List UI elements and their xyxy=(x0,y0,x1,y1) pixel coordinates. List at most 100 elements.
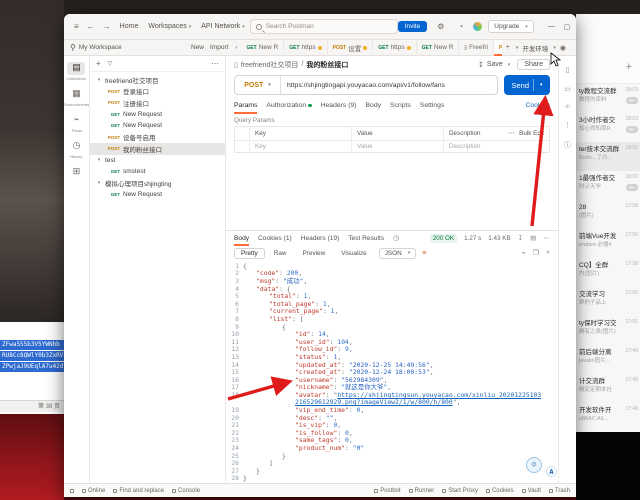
rail-item-extra[interactable]: ⊞ xyxy=(68,166,86,179)
method-selector[interactable]: POST▾ xyxy=(235,76,281,94)
documentation-icon[interactable]: ▯ xyxy=(566,66,570,74)
param-input[interactable]: Description xyxy=(443,141,549,153)
environment-selector[interactable]: 开发环境▾ xyxy=(522,43,556,53)
nav-home[interactable]: Home xyxy=(120,23,139,30)
request-item[interactable]: GETNew Request xyxy=(90,189,225,201)
window-minimize-button[interactable]: — xyxy=(548,23,555,31)
add-collection-icon[interactable]: + xyxy=(96,59,101,68)
info-icon[interactable]: ⓘ xyxy=(564,140,571,150)
panel-toggle-icon[interactable] xyxy=(70,489,74,493)
floating-avatar-a[interactable]: A xyxy=(546,466,557,477)
new-button[interactable]: New xyxy=(191,44,204,51)
request-item[interactable]: POST设备号启用 xyxy=(90,132,225,144)
chat-list-item[interactable]: 交流学习群的子品上17:56 xyxy=(576,287,640,316)
collection-folder[interactable]: ▾模拟心理项目shjingting xyxy=(90,178,225,190)
request-subtab-authorization[interactable]: Authorization xyxy=(266,97,311,114)
rail-item-environments[interactable]: ▦Environments xyxy=(64,88,90,107)
footer-trash[interactable]: Trash xyxy=(549,488,570,494)
account-avatar[interactable] xyxy=(473,22,482,31)
request-tab[interactable]: ▯Freefri xyxy=(459,40,494,56)
invite-button[interactable]: Invite xyxy=(398,21,428,32)
workspace-switcher[interactable]: ⚲My Workspace xyxy=(70,43,188,52)
chat-list-item[interactable]: 前后端分离javalin图片...17:49 xyxy=(576,345,640,374)
settings-gear-icon[interactable]: ⚙ xyxy=(437,22,444,31)
response-layout-icon[interactable]: ▤ xyxy=(530,234,536,242)
view-pretty[interactable]: Pretty xyxy=(234,248,265,259)
request-tab[interactable]: POST我的 xyxy=(494,40,502,56)
footer-runner[interactable]: Runner xyxy=(409,488,435,494)
request-item[interactable]: GETsmstest xyxy=(90,166,225,178)
request-tab[interactable]: POST设置 xyxy=(328,40,374,56)
rail-item-flows[interactable]: ⌁Flows xyxy=(68,114,86,133)
code-snippet-icon[interactable]: ‹/› xyxy=(565,104,570,110)
response-tab-cookies[interactable]: Cookies (1) xyxy=(258,231,292,246)
send-button[interactable]: Send▾ xyxy=(504,75,550,95)
filter-icon[interactable]: ▽ xyxy=(108,60,113,67)
upgrade-button[interactable]: Upgrade▾ xyxy=(488,20,533,33)
request-item[interactable]: GETNew Request xyxy=(90,120,225,132)
breadcrumb-request-name[interactable]: 我的粉丝接口 xyxy=(306,60,348,70)
row-checkbox[interactable] xyxy=(235,141,249,153)
link-icon[interactable]: ⌁ xyxy=(522,249,526,257)
request-tab[interactable]: GEThttps xyxy=(284,40,327,56)
param-input[interactable]: Value xyxy=(351,141,443,153)
view-preview[interactable]: Preview xyxy=(296,248,333,259)
window-maximize-button[interactable]: ▢ xyxy=(564,23,571,31)
request-subtab-body[interactable]: Body xyxy=(366,97,382,114)
notifications-bell-icon[interactable]: ◔ xyxy=(458,22,463,31)
save-button[interactable]: ↧Save▾ xyxy=(477,60,511,70)
back-icon[interactable]: ← xyxy=(87,22,95,31)
footer-online[interactable]: Online xyxy=(82,488,105,494)
request-tab[interactable]: GEThttps xyxy=(373,40,416,56)
footer-vault[interactable]: Vault xyxy=(522,488,541,494)
save-response-icon[interactable]: ↧ xyxy=(518,234,524,242)
chat-list-item[interactable]: 计交流群确定定期本社17:48 xyxy=(576,374,640,403)
menu-icon[interactable]: ≡ xyxy=(74,22,79,31)
tab-scroll-left-icon[interactable]: ‹ xyxy=(235,45,237,51)
chat-list-item[interactable]: ty保时学习交确有之泉(图片)17:55 xyxy=(576,316,640,345)
search-input[interactable]: Search Postman xyxy=(250,19,398,34)
response-history-icon[interactable]: ◷ xyxy=(393,234,399,242)
bulk-edit-button[interactable]: ⋯Bulk Edit xyxy=(508,130,549,137)
import-button[interactable]: Import xyxy=(210,44,228,51)
request-item[interactable]: GETNew Request xyxy=(90,109,225,121)
request-item[interactable]: POST我的粉丝接口 xyxy=(90,143,225,155)
row-checkbox[interactable] xyxy=(235,127,249,140)
rail-item-history[interactable]: ◷History xyxy=(68,140,86,159)
share-button[interactable]: Share xyxy=(517,59,550,70)
forward-icon[interactable]: → xyxy=(103,22,111,31)
help-bubble-icon[interactable]: ☺ xyxy=(526,457,542,473)
param-input[interactable]: Key xyxy=(249,141,351,153)
chat-list-item[interactable]: 前端Vue开发endant 必懂417:56 xyxy=(576,229,640,258)
search-response-icon[interactable]: ⌕ xyxy=(546,249,550,257)
copy-icon[interactable]: ❒ xyxy=(533,249,539,257)
collection-folder[interactable]: ▾test xyxy=(90,155,225,167)
request-subtab-params[interactable]: Params xyxy=(234,97,257,114)
footer-start-proxy[interactable]: Start Proxy xyxy=(442,488,478,494)
wrap-lines-icon[interactable]: ≡ xyxy=(422,250,426,257)
footer-console[interactable]: Console xyxy=(172,488,200,494)
cookies-link[interactable]: Cookies xyxy=(525,102,550,109)
related-requests-icon[interactable]: ⋮ xyxy=(564,121,571,129)
chat-list-item[interactable]: ty教程交流群教程的资料18:0399+ xyxy=(576,84,640,113)
nav-api-network[interactable]: API Network▾ xyxy=(201,23,244,30)
comments-icon[interactable]: ▭ xyxy=(564,85,571,93)
chat-list-item[interactable]: 开发软件开u86AC A6...17:48 xyxy=(576,403,640,432)
collection-folder[interactable]: ▾freefriend社交项目 xyxy=(90,74,225,86)
view-raw[interactable]: Raw xyxy=(267,248,294,259)
rail-item-collections[interactable]: ▤Collections xyxy=(65,62,87,81)
environment-quick-look-icon[interactable]: ◉ xyxy=(560,44,566,52)
footer-cookies[interactable]: Cookies xyxy=(486,488,514,494)
sidebar-more-icon[interactable]: ⋯ xyxy=(211,59,219,68)
chat-list-item[interactable]: ter技术交流群Buttn...了白...18:02 xyxy=(576,142,640,171)
request-subtab-scripts[interactable]: Scripts xyxy=(390,97,411,114)
response-tab-body[interactable]: Body xyxy=(234,231,249,246)
chat-list-item[interactable]: CQ】全群内(图片)17:58 xyxy=(576,258,640,287)
chat-list-item[interactable]: 28(图片)17:58 xyxy=(576,200,640,229)
response-more-icon[interactable]: ⋯ xyxy=(543,234,550,242)
footer-postbot[interactable]: Postbot xyxy=(374,488,400,494)
request-tab[interactable]: GETNew R xyxy=(241,40,284,56)
response-format-dropdown[interactable]: JSON▾ xyxy=(379,248,417,259)
response-tab-testresults[interactable]: Test Results xyxy=(348,231,384,246)
request-item[interactable]: POST登录接口 xyxy=(90,86,225,98)
